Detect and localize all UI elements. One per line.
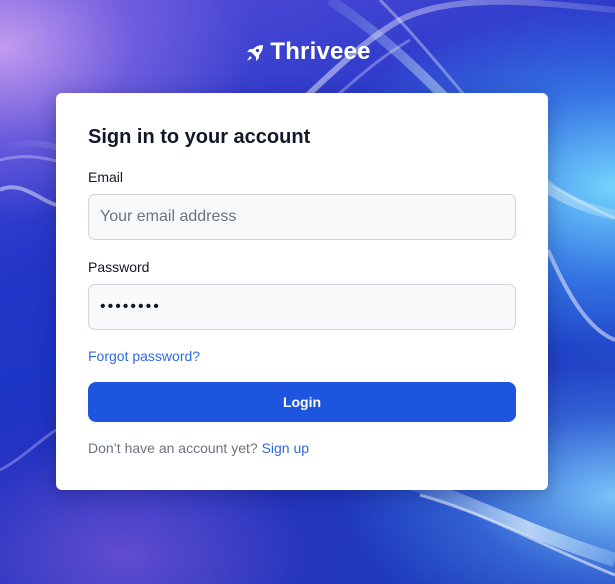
page-title: Sign in to your account (88, 126, 311, 148)
signup-prompt: Don’t have an account yet? (88, 440, 258, 456)
login-card: Sign in to your account Email Password F… (56, 93, 548, 490)
signup-row: Don’t have an account yet? Sign up (88, 440, 309, 456)
rocket-icon (244, 42, 266, 64)
signup-link[interactable]: Sign up (262, 440, 309, 456)
password-field[interactable] (88, 284, 516, 330)
login-button[interactable]: Login (88, 382, 516, 422)
email-field[interactable] (88, 194, 516, 240)
brand-name: Thriveee (270, 38, 371, 65)
email-label: Email (88, 169, 124, 185)
brand-logo: Thriveee (0, 38, 615, 66)
forgot-password-link[interactable]: Forgot password? (88, 348, 200, 364)
password-label: Password (88, 259, 150, 275)
